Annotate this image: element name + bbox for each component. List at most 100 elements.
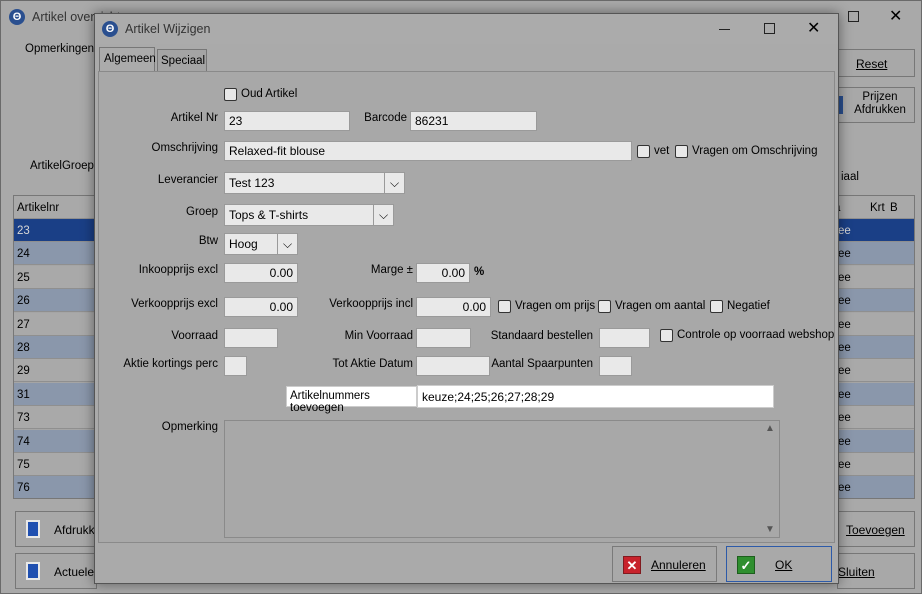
verkoopprijs-incl-label: Verkoopprijs incl xyxy=(329,298,413,310)
opmerking-label: Opmerking xyxy=(161,421,218,433)
col-krt[interactable]: Krt xyxy=(870,202,885,214)
cell-artikelnr: 74 xyxy=(17,435,30,448)
cell-artikelnr: 24 xyxy=(17,248,30,261)
barcode-label: Barcode xyxy=(364,112,407,124)
vragen-omschrijving-label: Vragen om Omschrijving xyxy=(692,145,818,157)
bg-opmerkingen-label: Opmerkingen xyxy=(25,43,95,55)
dialog-titlebar: Θ Artikel Wijzigen ✕ xyxy=(95,14,838,44)
cell-suffix: ee xyxy=(838,318,851,331)
groep-select[interactable]: Tops & T-shirts ⌵ xyxy=(224,204,394,226)
bg-speciaal-label: iaal xyxy=(841,171,859,183)
bg-prijzen-afdrukken-button[interactable]: Prijzen Afdrukken xyxy=(833,87,915,123)
inkoopprijs-label: Inkoopprijs excl xyxy=(138,264,218,276)
percent-sign: % xyxy=(474,266,485,278)
leverancier-label: Leverancier xyxy=(157,174,218,186)
barcode-input[interactable]: 86231 xyxy=(410,111,537,131)
inkoopprijs-input[interactable]: 0.00 xyxy=(224,263,298,283)
tot-aktie-datum-label: Tot Aktie Datum xyxy=(332,358,413,370)
vet-checkbox[interactable] xyxy=(637,145,650,158)
cell-artikelnr: 23 xyxy=(17,225,30,237)
bg-toevoegen-button[interactable]: Toevoegen xyxy=(837,511,915,547)
artikelnummers-toevoegen-label: Artikelnummers toevoegen xyxy=(286,386,417,414)
tot-aktie-datum-input[interactable] xyxy=(416,356,490,376)
cancel-x-icon: ✕ xyxy=(623,556,641,574)
marge-input[interactable]: 0.00 xyxy=(416,263,470,283)
btw-label: Btw xyxy=(198,235,218,247)
negatief-label: Negatief xyxy=(727,300,770,312)
voorraad-label: Voorraad xyxy=(171,330,218,342)
bg-sluiten-button[interactable]: Sluiten xyxy=(837,553,915,589)
cell-suffix: ee xyxy=(838,482,851,495)
bg-reset-button[interactable]: Reset xyxy=(837,49,915,77)
chevron-down-icon[interactable]: ⌵ xyxy=(373,205,393,225)
cell-artikelnr: 73 xyxy=(17,412,30,425)
artikel-nr-input[interactable]: 23 xyxy=(224,111,350,131)
maximize-icon[interactable] xyxy=(764,23,775,34)
cell-suffix: ee xyxy=(838,225,851,237)
annuleren-button[interactable]: ✕ Annuleren xyxy=(612,546,717,582)
cell-artikelnr: 31 xyxy=(17,388,30,401)
negatief-checkbox[interactable] xyxy=(710,300,723,313)
artikel-wijzigen-dialog: Θ Artikel Wijzigen ✕ Algemeen Speciaal O… xyxy=(94,13,839,584)
cell-artikelnr: 26 xyxy=(17,295,30,308)
artikel-nr-label: Artikel Nr xyxy=(170,112,218,124)
vragen-aantal-checkbox[interactable] xyxy=(598,300,611,313)
min-voorraad-input[interactable] xyxy=(416,328,471,348)
aktie-kortings-input[interactable] xyxy=(224,356,247,376)
cell-suffix: ee xyxy=(838,412,851,425)
cell-suffix: ee xyxy=(838,365,851,378)
opmerking-scrollbar[interactable]: ▲ ▼ xyxy=(761,421,779,537)
scroll-down-icon[interactable]: ▼ xyxy=(765,524,775,535)
cell-artikelnr: 27 xyxy=(17,318,30,331)
standaard-bestellen-input[interactable] xyxy=(599,328,650,348)
groep-label: Groep xyxy=(186,206,218,218)
verkoopprijs-incl-input[interactable]: 0.00 xyxy=(416,297,491,317)
bg-maximize-icon[interactable] xyxy=(848,11,859,22)
cell-suffix: ee xyxy=(838,248,851,261)
artikelnummers-input[interactable]: keuze;24;25;26;27;28;29 xyxy=(417,385,774,408)
bg-artikelgroep-label: ArtikelGroep xyxy=(30,160,94,172)
checkmark-icon: ✓ xyxy=(737,556,755,574)
close-icon[interactable]: ✕ xyxy=(807,18,820,38)
document-icon xyxy=(26,562,40,580)
controle-voorraad-checkbox[interactable] xyxy=(660,329,673,342)
vragen-prijs-label: Vragen om prijs xyxy=(515,300,596,312)
app-logo-icon: Θ xyxy=(102,21,118,37)
bg-actuele-button[interactable]: Actuele xyxy=(15,553,97,589)
vet-label: vet xyxy=(654,145,670,157)
col-artikelnr[interactable]: Artikelnr xyxy=(17,202,59,214)
voorraad-input[interactable] xyxy=(224,328,278,348)
tab-page: Oud Artikel Artikel Nr 23 Barcode 86231 … xyxy=(98,71,835,543)
cell-artikelnr: 76 xyxy=(17,482,30,495)
oud-artikel-checkbox[interactable] xyxy=(224,88,237,101)
document-icon xyxy=(26,520,40,538)
marge-label: Marge ± xyxy=(370,264,413,276)
cell-suffix: ee xyxy=(838,459,851,471)
vragen-omschrijving-checkbox[interactable] xyxy=(675,145,688,158)
oud-artikel-label: Oud Artikel xyxy=(241,88,298,100)
vragen-aantal-label: Vragen om aantal xyxy=(615,300,706,312)
minimize-icon[interactable] xyxy=(719,29,730,30)
btw-select[interactable]: Hoog ⌵ xyxy=(224,233,298,255)
min-voorraad-label: Min Voorraad xyxy=(344,330,413,342)
bg-afdrukken-button[interactable]: Afdrukke xyxy=(15,511,101,547)
verkoopprijs-excl-input[interactable]: 0.00 xyxy=(224,297,298,317)
chevron-down-icon[interactable]: ⌵ xyxy=(384,173,404,193)
omschrijving-input[interactable]: Relaxed-fit blouse xyxy=(224,141,632,161)
opmerking-textarea[interactable]: ▲ ▼ xyxy=(224,420,780,538)
app-logo-icon: Θ xyxy=(9,9,25,25)
tab-speciaal[interactable]: Speciaal xyxy=(157,49,207,71)
cell-artikelnr: 29 xyxy=(17,365,30,378)
vragen-prijs-checkbox[interactable] xyxy=(498,300,511,313)
cell-suffix: ee xyxy=(838,388,851,401)
col-b[interactable]: B xyxy=(890,202,898,214)
cell-artikelnr: 25 xyxy=(17,271,30,284)
scroll-up-icon[interactable]: ▲ xyxy=(765,423,775,434)
verkoopprijs-excl-label: Verkoopprijs excl xyxy=(131,298,218,310)
bg-close-icon[interactable]: ✕ xyxy=(889,6,902,26)
ok-button[interactable]: ✓ OK xyxy=(726,546,832,582)
chevron-down-icon[interactable]: ⌵ xyxy=(277,234,297,254)
leverancier-select[interactable]: Test 123 ⌵ xyxy=(224,172,405,194)
tab-algemeen[interactable]: Algemeen xyxy=(99,47,156,71)
aantal-spaarpunten-input[interactable] xyxy=(599,356,632,376)
